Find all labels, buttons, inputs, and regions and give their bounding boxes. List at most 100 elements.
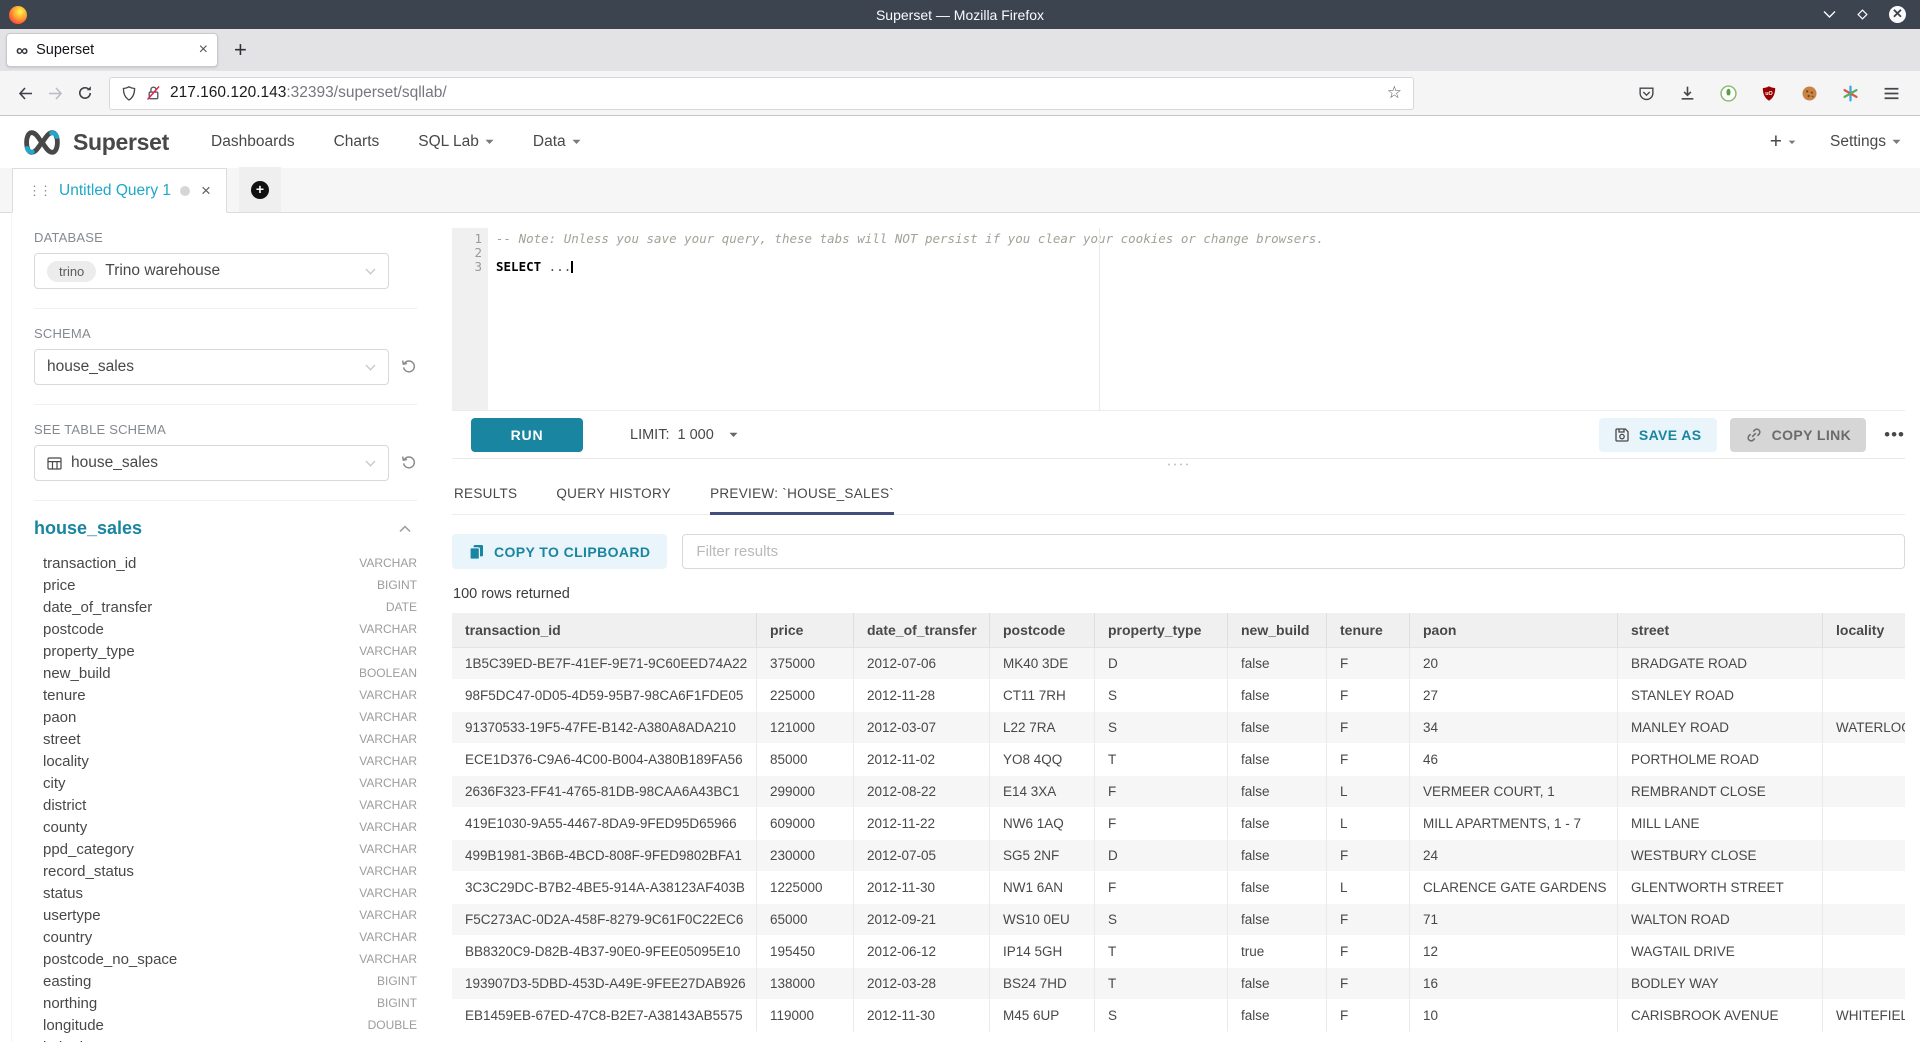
tab-results[interactable]: RESULTS [454, 486, 517, 514]
filter-results-input[interactable] [682, 534, 1905, 569]
table-cell: 119000 [757, 1000, 854, 1032]
downloads-icon[interactable] [1679, 85, 1696, 102]
table-cell [1823, 680, 1905, 712]
editor-code[interactable]: -- Note: Unless you save your query, the… [488, 228, 1905, 410]
run-button[interactable]: RUN [471, 418, 583, 452]
database-engine-pill: trino [47, 261, 96, 282]
url-bar[interactable]: 217.160.120.143:32393/superset/sqllab/ ☆ [109, 77, 1414, 110]
table-cell: 91370533-19F5-47FE-B142-A380A8ADA210 [452, 712, 757, 744]
menu-hamburger-icon[interactable] [1883, 86, 1900, 101]
column-header[interactable]: street [1618, 613, 1823, 648]
settings-menu[interactable]: Settings [1830, 133, 1901, 151]
column-header[interactable]: new_build [1228, 613, 1327, 648]
pocket-icon[interactable] [1638, 85, 1655, 102]
column-header[interactable]: transaction_id [452, 613, 757, 648]
column-header[interactable]: price [757, 613, 854, 648]
query-tab[interactable]: ⋮⋮ Untitled Query 1 × [12, 168, 227, 213]
column-header[interactable]: paon [1410, 613, 1618, 648]
chevron-down-icon [365, 460, 376, 467]
column-item: ppd_categoryVARCHAR [34, 838, 417, 860]
column-name: northing [43, 995, 97, 1012]
tab-query-history[interactable]: QUERY HISTORY [556, 486, 671, 514]
table-cell: T [1095, 968, 1228, 1000]
cookie-extension-icon[interactable] [1801, 85, 1818, 102]
table-schema-label: SEE TABLE SCHEMA [34, 422, 417, 437]
back-button[interactable] [10, 86, 40, 101]
nav-data[interactable]: Data [533, 133, 581, 151]
column-name: street [43, 731, 81, 748]
table-cell: F5C273AC-0D2A-458F-8279-9C61F0C22EC6 [452, 904, 757, 936]
table-row: EB1459EB-67ED-47C8-B2E7-A38143AB55751190… [452, 1000, 1905, 1032]
minimize-icon[interactable] [1823, 10, 1836, 19]
tab-close-icon[interactable]: × [199, 41, 208, 59]
table-cell: WATERLOO [1823, 712, 1905, 744]
column-type: BIGINT [377, 974, 417, 988]
pane-resizer[interactable] [452, 458, 1905, 471]
link-icon [1745, 426, 1763, 444]
table-cell: 24 [1410, 840, 1618, 872]
copy-link-button[interactable]: COPY LINK [1730, 418, 1867, 452]
save-as-button[interactable]: SAVE AS [1599, 418, 1717, 452]
database-value: Trino warehouse [105, 262, 220, 280]
refresh-tables-icon[interactable] [401, 455, 417, 471]
nav-sql-lab[interactable]: SQL Lab [418, 133, 494, 151]
nav-charts[interactable]: Charts [334, 133, 380, 151]
container-asterisk-icon[interactable] [1842, 85, 1859, 102]
table-cell: CLARENCE GATE GARDENS [1410, 872, 1618, 904]
table-cell: L [1327, 872, 1410, 904]
privacy-extension-icon[interactable] [1720, 85, 1737, 102]
column-name: date_of_transfer [43, 599, 152, 616]
new-item-button[interactable]: + [1770, 130, 1796, 154]
nav-dashboards[interactable]: Dashboards [211, 133, 295, 151]
bookmark-star-icon[interactable]: ☆ [1387, 83, 1402, 103]
browser-tab[interactable]: ∞ Superset × [6, 33, 218, 67]
table-cell: false [1228, 872, 1327, 904]
superset-logo[interactable]: Superset [19, 128, 169, 157]
table-cell: 12 [1410, 936, 1618, 968]
table-cell: VERMEER COURT, 1 [1410, 776, 1618, 808]
close-window-icon[interactable]: ✕ [1889, 6, 1906, 23]
url-text[interactable]: 217.160.120.143:32393/superset/sqllab/ [170, 84, 1378, 102]
copy-to-clipboard-button[interactable]: COPY TO CLIPBOARD [452, 534, 667, 569]
reload-button[interactable] [70, 85, 100, 101]
table-select[interactable]: house_sales [34, 445, 389, 481]
tracking-shield-icon[interactable] [121, 85, 137, 102]
maximize-icon[interactable] [1856, 8, 1869, 21]
column-header[interactable]: property_type [1095, 613, 1228, 648]
window-title: Superset — Mozilla Firefox [0, 7, 1920, 23]
table-cell: 2012-11-22 [854, 808, 990, 840]
table-cell: 2012-03-28 [854, 968, 990, 1000]
print-margin-ruler [1099, 228, 1100, 410]
collapse-table-icon[interactable] [399, 525, 417, 533]
tab-preview-house-sales[interactable]: PREVIEW: `HOUSE_SALES` [710, 486, 894, 514]
table-schema-heading[interactable]: house_sales [34, 518, 142, 539]
ublock-origin-icon[interactable]: uO [1761, 85, 1777, 102]
query-tab-close-icon[interactable]: × [201, 181, 211, 201]
column-name: ppd_category [43, 841, 134, 858]
limit-dropdown[interactable]: LIMIT: 1 000 [630, 427, 738, 443]
more-options-button[interactable]: ••• [1884, 425, 1905, 445]
column-item: eastingBIGINT [34, 970, 417, 992]
forward-button[interactable] [40, 86, 70, 101]
table-cell: WHITEFIELD [1823, 1000, 1905, 1032]
column-header[interactable]: tenure [1327, 613, 1410, 648]
schema-select[interactable]: house_sales [34, 349, 389, 385]
table-cell: 20 [1410, 648, 1618, 680]
column-header[interactable]: locality [1823, 613, 1905, 648]
table-cell: IP14 5GH [990, 936, 1095, 968]
database-select[interactable]: trino Trino warehouse [34, 253, 389, 289]
table-cell: false [1228, 680, 1327, 712]
new-browser-tab-button[interactable]: + [234, 37, 247, 63]
lock-insecure-icon[interactable] [146, 85, 161, 101]
drag-handle-icon[interactable]: ⋮⋮ [28, 183, 50, 199]
table-cell: BODLEY WAY [1618, 968, 1823, 1000]
column-header[interactable]: date_of_transfer [854, 613, 990, 648]
column-header[interactable]: postcode [990, 613, 1095, 648]
refresh-schemas-icon[interactable] [401, 359, 417, 375]
query-tab-title: Untitled Query 1 [59, 182, 171, 200]
table-cell: false [1228, 648, 1327, 680]
sql-editor[interactable]: 1 2 3 -- Note: Unless you save your quer… [452, 228, 1905, 410]
column-name: price [43, 577, 76, 594]
column-name: record_status [43, 863, 134, 880]
add-query-tab-button[interactable]: + [239, 167, 281, 212]
